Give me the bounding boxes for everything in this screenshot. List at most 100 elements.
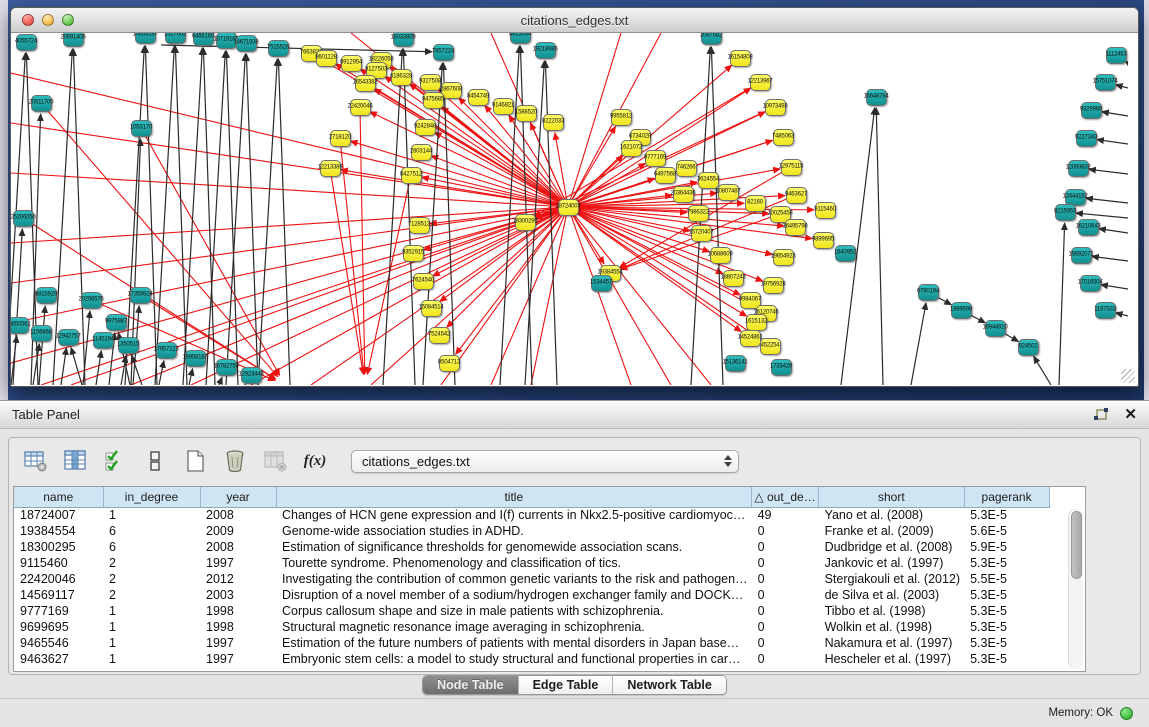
table-row[interactable]: 1872400712008Changes of HCN gene express… [14, 507, 1049, 523]
graph-node[interactable]: 7524542 [429, 327, 450, 344]
graph-node[interactable]: 924502 [1018, 339, 1039, 356]
graph-node[interactable]: 3624554 [698, 172, 719, 189]
graph-node[interactable]: 1733426 [771, 359, 792, 376]
graph-node[interactable]: 9115460 [815, 202, 836, 219]
table-row[interactable]: 1938455462009Genome-wide association stu… [14, 523, 1049, 539]
table-mode-icon[interactable] [21, 447, 49, 475]
graph-node[interactable]: 10807487 [718, 184, 739, 201]
graph-node[interactable]: 9955812 [611, 109, 632, 126]
graph-node[interactable]: 19654923 [773, 249, 794, 266]
graph-node[interactable]: 9329966 [1081, 102, 1102, 119]
graph-node[interactable]: 12975115 [781, 159, 802, 176]
graph-node[interactable]: 8504713 [439, 355, 460, 372]
close-button[interactable] [22, 14, 34, 26]
graph-node[interactable]: 10688609 [710, 247, 731, 264]
network-window-titlebar[interactable]: citations_edges.txt [11, 8, 1138, 33]
graph-node[interactable]: 19756928 [763, 277, 784, 294]
table-scrollbar-thumb[interactable] [1071, 511, 1082, 579]
graph-node[interactable]: 15720407 [691, 225, 712, 242]
graph-node[interactable]: 746266 [676, 160, 697, 177]
resize-grip-icon[interactable] [1121, 369, 1135, 383]
tab-node-table[interactable]: Node Table [423, 676, 518, 694]
graph-node[interactable]: 9242848 [415, 119, 436, 136]
graph-node[interactable]: 8427512 [401, 167, 422, 184]
graph-node[interactable]: 16495798 [785, 219, 806, 236]
graph-node[interactable]: 6790194 [918, 284, 939, 301]
table-selector-dropdown[interactable]: citations_edges.txt [351, 450, 739, 473]
graph-node[interactable]: 15136141 [725, 355, 746, 372]
graph-node[interactable]: 12923448 [241, 367, 262, 384]
graph-node[interactable]: 1167533 [1095, 302, 1116, 319]
table-rows-icon[interactable] [141, 447, 169, 475]
tab-edge-table[interactable]: Edge Table [519, 676, 614, 694]
network-canvas[interactable]: 4055724206914061065328715276026466160107… [11, 33, 1138, 386]
graph-node[interactable]: 16033809 [393, 33, 414, 47]
graph-node[interactable]: 7624540 [413, 273, 434, 290]
graph-node[interactable]: 25206050 [13, 210, 34, 227]
graph-node[interactable]: 16944910 [985, 320, 1006, 337]
column-header[interactable]: pagerank [964, 487, 1049, 507]
graph-node[interactable]: 20206576 [81, 292, 102, 309]
column-visibility-icon[interactable] [61, 447, 89, 475]
delete-table-icon[interactable] [261, 447, 289, 475]
graph-node[interactable]: 7986322 [688, 205, 709, 222]
table-scrollbar[interactable] [1068, 509, 1083, 669]
graph-node[interactable]: 1640952 [835, 245, 856, 262]
graph-node[interactable]: 20364436 [673, 186, 694, 203]
table-row[interactable]: 1456911722003Disruption of a novel membe… [14, 587, 1049, 603]
graph-node[interactable]: 9899695 [813, 232, 834, 249]
delete-column-icon[interactable] [221, 447, 249, 475]
table-row[interactable]: 911546021997Tourette syndrome. Phenomeno… [14, 555, 1049, 571]
graph-node[interactable]: 12213967 [750, 74, 771, 91]
column-header[interactable]: △ out_de… [752, 487, 819, 507]
graph-node[interactable]: 7485063 [773, 129, 794, 146]
graph-node[interactable]: 7857224 [433, 44, 454, 61]
column-header[interactable]: year [200, 487, 276, 507]
close-panel-icon[interactable]: ✕ [1124, 408, 1137, 422]
graph-node[interactable]: 8215953 [1055, 204, 1076, 221]
graph-node[interactable]: 12093832 [1068, 160, 1089, 177]
graph-node[interactable]: 10973493 [765, 99, 786, 116]
graph-node[interactable]: 9227343 [1076, 130, 1097, 147]
graph-node[interactable]: 12444152 [1065, 189, 1086, 206]
node-table-grid[interactable]: namein_degreeyeartitle△ out_de…shortpage… [14, 487, 1050, 667]
graph-node[interactable]: 1534457 [591, 275, 612, 292]
graph-node[interactable]: 15751074 [1095, 74, 1116, 91]
graph-node[interactable]: 19218986 [535, 42, 556, 59]
column-header[interactable]: title [276, 487, 752, 507]
table-row[interactable]: 977716911998Corpus callosum shape and si… [14, 603, 1049, 619]
column-header[interactable]: in_degree [103, 487, 200, 507]
table-row[interactable]: 2242004622012Investigating the contribut… [14, 571, 1049, 587]
graph-node[interactable]: 2803144 [411, 144, 432, 161]
graph-node[interactable]: 17016504 [1080, 275, 1101, 292]
graph-node[interactable]: 2087682 [701, 33, 722, 45]
graph-node[interactable]: 12213389 [320, 160, 341, 177]
memory-status-icon[interactable] [1120, 707, 1133, 720]
table-row[interactable]: 1830029562008Estimation of significance … [14, 539, 1049, 555]
graph-node[interactable]: 9975887 [106, 314, 127, 331]
graph-node[interactable]: 22420046 [350, 99, 371, 116]
graph-node[interactable]: 4055724 [16, 34, 37, 51]
zoom-button[interactable] [62, 14, 74, 26]
tab-network-table[interactable]: Network Table [613, 676, 726, 694]
graph-node[interactable]: 20691406 [63, 33, 84, 47]
graph-node[interactable]: 9352915 [403, 245, 424, 262]
graph-node[interactable]: 2718120 [330, 130, 351, 147]
graph-node[interactable]: 15084514 [421, 300, 442, 317]
graph-node[interactable]: 16210643 [1078, 219, 1099, 236]
graph-node[interactable]: 1989598 [951, 302, 972, 319]
graph-node[interactable]: 18300295 [515, 214, 536, 231]
row-selection-icon[interactable] [101, 447, 129, 475]
graph-node[interactable]: 18724007 [558, 199, 579, 216]
graph-node[interactable]: 1053170 [131, 120, 152, 137]
function-builder-icon[interactable]: f(x) [301, 447, 329, 475]
column-header[interactable]: name [14, 487, 103, 507]
graph-node[interactable]: 452254 [760, 338, 781, 355]
graph-node[interactable]: 8815929 [36, 287, 57, 304]
graph-node[interactable]: 1615132 [746, 314, 767, 331]
column-header[interactable]: short [819, 487, 965, 507]
float-window-icon[interactable] [1092, 407, 1110, 423]
graph-node[interactable]: 82160 [745, 195, 766, 212]
graph-node[interactable]: 20511700 [31, 95, 52, 112]
graph-node[interactable]: 15692071 [1071, 247, 1092, 264]
